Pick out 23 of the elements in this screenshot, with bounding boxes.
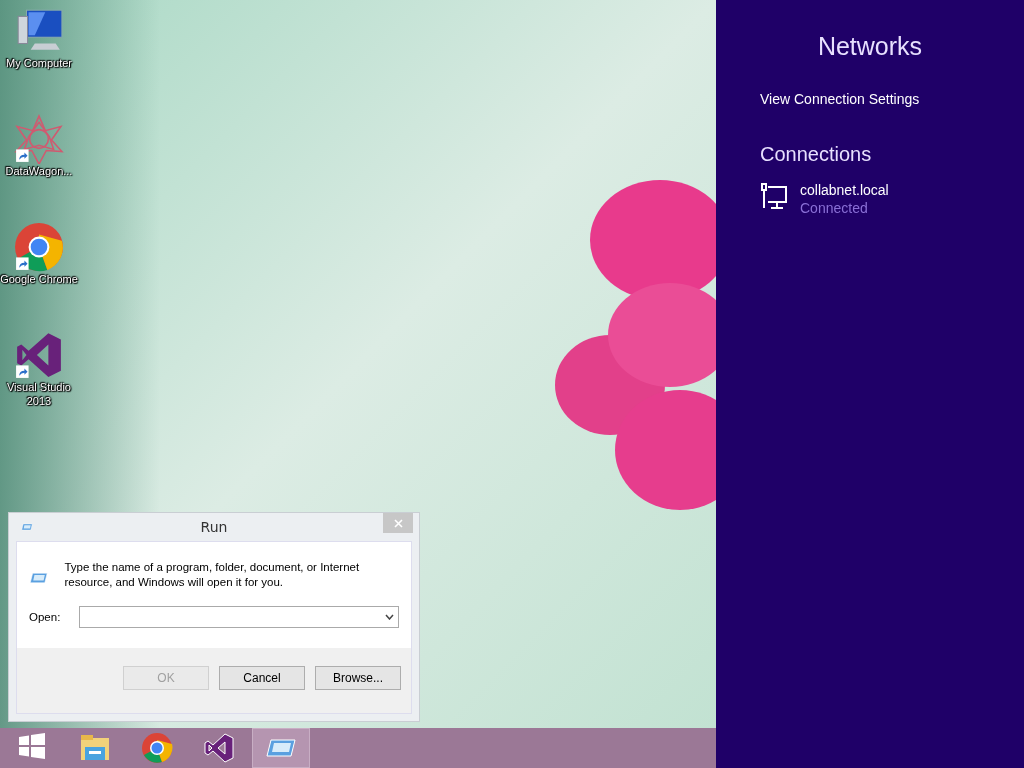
icon-label[interactable]: My Computer <box>6 56 72 70</box>
close-icon <box>393 518 403 528</box>
section-title: Connections <box>760 143 873 166</box>
settings-link[interactable]: View Connection Settings <box>760 91 1024 107</box>
vs-icon <box>203 732 235 764</box>
dialog-button[interactable]: Browse... <box>315 666 401 690</box>
run-icon <box>19 521 35 533</box>
vs-icon[interactable] <box>14 330 64 380</box>
icon-label[interactable]: Google Chrome <box>0 272 78 286</box>
open-label: Open: <box>29 611 62 623</box>
dropdown-icon[interactable] <box>385 614 394 620</box>
icon-label[interactable]: DataWagon... <box>5 164 73 178</box>
connection-name[interactable]: collabnet.local <box>800 182 889 198</box>
dialog-button[interactable]: Cancel <box>219 666 305 690</box>
network-monitor-icon[interactable] <box>760 182 790 212</box>
chrome-icon <box>141 732 173 764</box>
icon-label[interactable]: Visual Studio 2013 <box>0 380 78 408</box>
panel-title: Networks <box>817 32 923 61</box>
star-icon[interactable] <box>14 114 64 164</box>
instruction-text: Type the name of a program, folder, document, or Internet resource, and Windows will open it for you. <box>64 560 361 590</box>
chrome-icon[interactable] <box>14 222 64 272</box>
connection-status: Connected <box>800 200 869 216</box>
window-title: Run <box>199 519 229 535</box>
